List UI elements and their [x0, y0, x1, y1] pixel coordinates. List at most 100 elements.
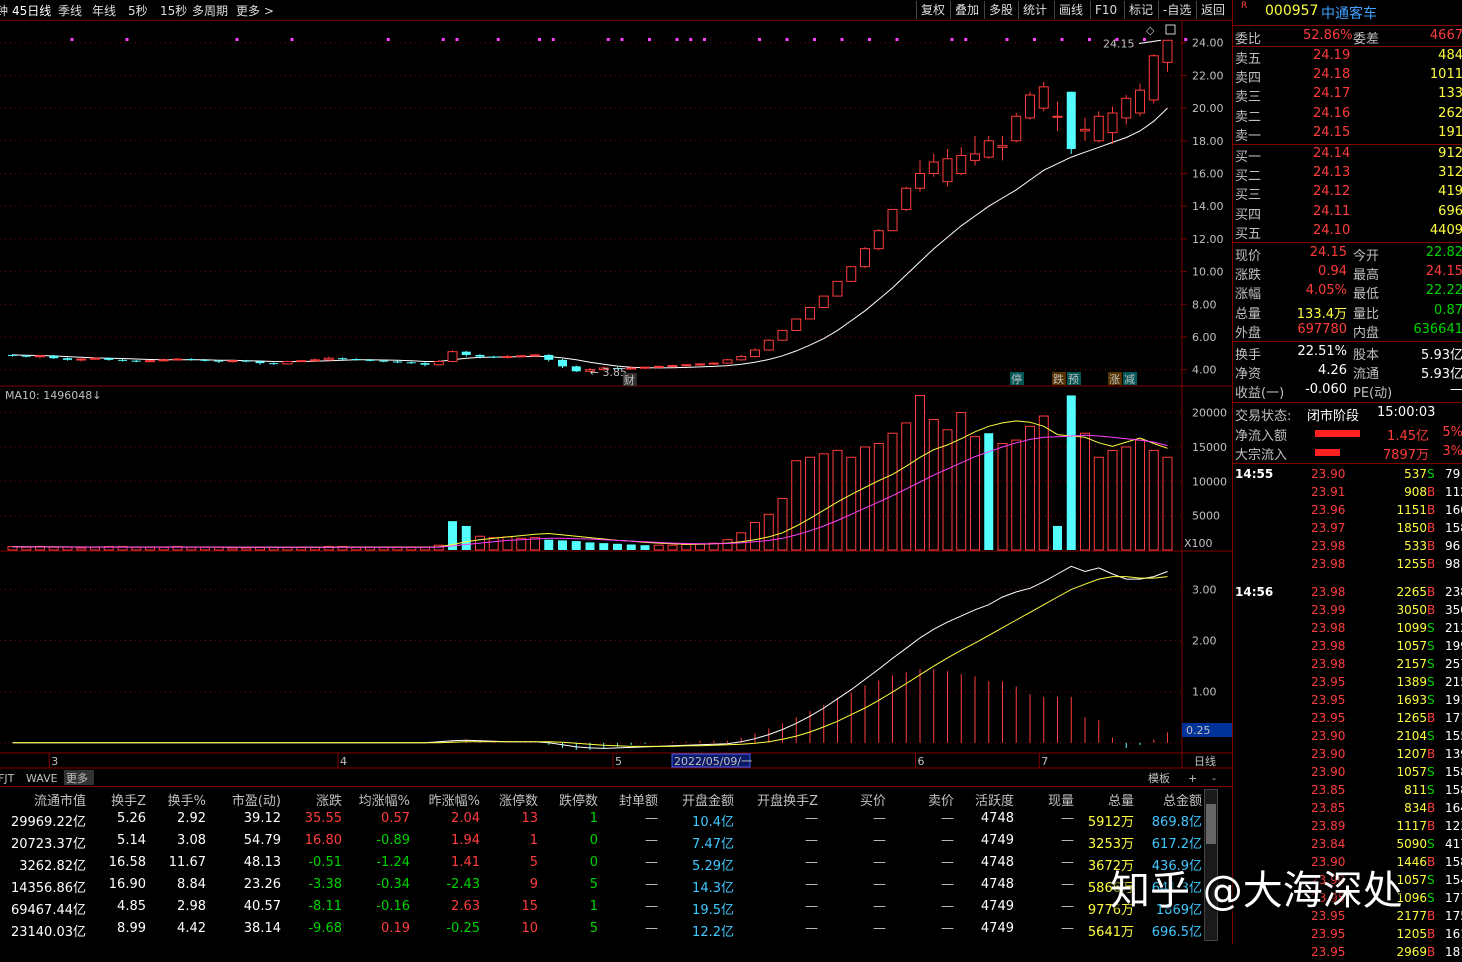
table-cell[interactable]: 39.12 — [244, 811, 281, 826]
ask-row[interactable]: 卖四 24.18 1011 — [1235, 66, 1462, 86]
table-cell[interactable]: 19.5亿 — [692, 899, 734, 918]
table-cell[interactable]: 11.67 — [169, 855, 206, 870]
table-cell[interactable]: — — [1061, 877, 1074, 892]
period-item[interactable]: 多周期 — [192, 2, 228, 19]
toolbar-button[interactable]: 叠加 — [950, 1, 983, 19]
table-cell[interactable]: 5 — [590, 921, 598, 936]
table-cell[interactable]: -0.89 — [376, 833, 410, 848]
table-cell[interactable]: — — [1061, 899, 1074, 914]
table-cell[interactable]: 4748 — [981, 855, 1014, 870]
table-cell[interactable]: — — [941, 855, 954, 870]
bid-row[interactable]: 买一 24.14 912 — [1235, 145, 1462, 165]
table-cell[interactable]: — — [873, 921, 886, 936]
table-cell[interactable]: -3.38 — [308, 877, 342, 892]
table-cell[interactable]: — — [805, 833, 818, 848]
table-cell[interactable]: -0.25 — [446, 921, 480, 936]
table-cell[interactable]: 16.90 — [109, 877, 146, 892]
table-header-cell[interactable]: 换手% — [168, 790, 206, 809]
table-cell[interactable]: -2.43 — [446, 877, 480, 892]
table-cell[interactable]: 29969.22亿 — [11, 811, 86, 830]
table-cell[interactable]: 5912万 — [1088, 811, 1134, 830]
period-item[interactable]: 年线 — [92, 2, 116, 19]
toolbar-button[interactable]: 多股 — [984, 1, 1017, 19]
table-header-cell[interactable]: 开盘换手Z — [757, 790, 818, 809]
table-cell[interactable]: -9.68 — [308, 921, 342, 936]
period-item[interactable]: 5秒 — [128, 2, 148, 19]
table-cell[interactable]: — — [645, 833, 658, 848]
toolbar-button[interactable]: 复权 — [916, 1, 949, 19]
table-cell[interactable]: 1.41 — [451, 855, 480, 870]
table-cell[interactable]: 14.3亿 — [692, 877, 734, 896]
table-cell[interactable]: 5 — [590, 877, 598, 892]
table-cell[interactable]: — — [645, 921, 658, 936]
ask-row[interactable]: 卖一 24.15 191 — [1235, 124, 1462, 144]
table-cell[interactable]: 14356.86亿 — [11, 877, 86, 896]
table-cell[interactable]: 4749 — [981, 921, 1014, 936]
table-cell[interactable]: 8.84 — [177, 877, 206, 892]
table-cell[interactable]: 1 — [590, 899, 598, 914]
ask-row[interactable]: 卖三 24.17 133 — [1235, 85, 1462, 105]
table-cell[interactable]: — — [1061, 855, 1074, 870]
table-cell[interactable]: — — [873, 855, 886, 870]
table-header-cell[interactable]: 流通市值 — [34, 790, 86, 809]
table-cell[interactable]: 869.8亿 — [1152, 811, 1202, 830]
table-cell[interactable]: — — [941, 921, 954, 936]
table-cell[interactable]: 16.58 — [109, 855, 146, 870]
bid-row[interactable]: 买二 24.13 312 — [1235, 164, 1462, 184]
table-cell[interactable]: — — [1061, 921, 1074, 936]
table-cell[interactable]: 8.99 — [117, 921, 146, 936]
table-cell[interactable]: — — [645, 855, 658, 870]
table-cell[interactable]: — — [873, 899, 886, 914]
table-cell[interactable]: 23.26 — [244, 877, 281, 892]
table-cell[interactable]: — — [805, 921, 818, 936]
table-cell[interactable]: -0.34 — [376, 877, 410, 892]
table-cell[interactable]: 0 — [590, 833, 598, 848]
table-cell[interactable]: 35.55 — [305, 811, 342, 826]
table-cell[interactable]: 2.92 — [177, 811, 206, 826]
kline-chart[interactable]: 24.00 22.00 20.00 18.00 16.00 14.00 12.00 10.00… — [0, 20, 1232, 786]
toolbar-button[interactable]: F10 — [1090, 1, 1121, 19]
table-cell[interactable]: 23140.03亿 — [11, 921, 86, 940]
bid-row[interactable]: 买四 24.11 696 — [1235, 203, 1462, 223]
period-item[interactable]: 更多 > — [236, 2, 274, 19]
table-cell[interactable]: 48.13 — [244, 855, 281, 870]
table-cell[interactable]: 0.57 — [381, 811, 410, 826]
table-cell[interactable]: 13 — [521, 811, 538, 826]
table-cell[interactable]: — — [805, 899, 818, 914]
table-cell[interactable]: — — [941, 811, 954, 826]
table-cell[interactable]: 15 — [521, 899, 538, 914]
table-header-cell[interactable]: 总量 — [1108, 790, 1134, 809]
table-cell[interactable]: 2.63 — [451, 899, 480, 914]
table-cell[interactable]: — — [645, 877, 658, 892]
table-cell[interactable]: 696.5亿 — [1152, 921, 1202, 940]
sector-table[interactable]: 流通市值 换手Z 换手% 市盈(动) 涨跌 均涨幅% 昨涨幅% 涨停数 跌停数 封单额 开盘金额 开盘… — [0, 786, 1232, 945]
table-cell[interactable]: 1 — [530, 833, 538, 848]
table-cell[interactable]: 54.79 — [244, 833, 281, 848]
table-header-cell[interactable]: 均涨幅% — [359, 790, 410, 809]
table-cell[interactable]: 3262.82亿 — [19, 855, 86, 874]
table-cell[interactable]: — — [805, 855, 818, 870]
bid-row[interactable]: 买五 24.10 4409 — [1235, 222, 1462, 242]
table-header-cell[interactable]: 跌停数 — [559, 790, 598, 809]
table-cell[interactable]: — — [941, 833, 954, 848]
table-header-cell[interactable]: 买价 — [860, 790, 886, 809]
table-cell[interactable]: 5.14 — [117, 833, 146, 848]
table-cell[interactable]: — — [805, 811, 818, 826]
table-cell[interactable]: 0 — [590, 855, 598, 870]
table-cell[interactable]: 9 — [530, 877, 538, 892]
table-cell[interactable]: 5641万 — [1088, 921, 1134, 940]
table-header-cell[interactable]: 市盈(动) — [232, 790, 281, 809]
table-cell[interactable]: 2.98 — [177, 899, 206, 914]
table-cell[interactable]: 12.2亿 — [692, 921, 734, 940]
table-cell[interactable]: 3253万 — [1088, 833, 1134, 852]
table-cell[interactable]: 38.14 — [244, 921, 281, 936]
period-item[interactable]: 钟 — [0, 2, 8, 19]
table-cell[interactable]: 40.57 — [244, 899, 281, 914]
table-cell[interactable]: 4.42 — [177, 921, 206, 936]
table-cell[interactable]: 7.47亿 — [692, 833, 734, 852]
table-header-cell[interactable]: 现量 — [1048, 790, 1074, 809]
table-header-cell[interactable]: 昨涨幅% — [429, 790, 480, 809]
table-cell[interactable]: — — [873, 877, 886, 892]
table-cell[interactable]: -0.16 — [376, 899, 410, 914]
table-header-cell[interactable]: 开盘金额 — [682, 790, 734, 809]
